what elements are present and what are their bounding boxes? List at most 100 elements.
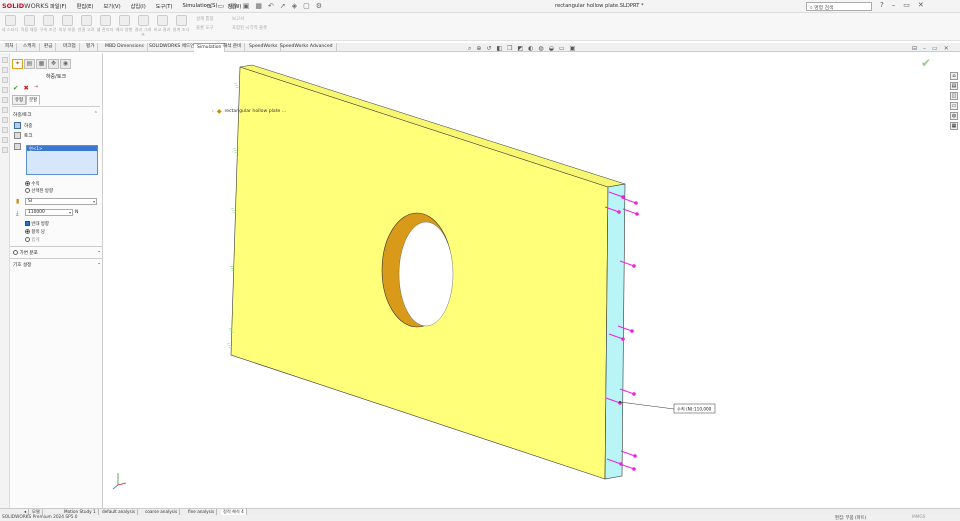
ribbon-run-mesh[interactable]: 메시 실행 [115,15,133,32]
rebuild-icon[interactable]: ◈ [292,2,297,10]
chevron-down-icon[interactable]: ⌄ [97,249,101,254]
nonuniform-section-header[interactable]: 가변 분포 ⌄ [13,249,101,256]
ribbon-external-loads[interactable]: 외부 하중 [58,15,76,32]
force-value-input[interactable]: 110000 ▾ [25,209,73,216]
options-gear-icon[interactable]: ⚙ [316,2,322,10]
ribbon-connections[interactable]: 연결 고려 [77,15,95,32]
tab-speedworks-advanced[interactable]: SpeedWorks Advanced [277,43,337,52]
task-icon-7[interactable] [2,117,8,123]
total-option[interactable]: 합계 [25,237,40,243]
task-icon-8[interactable] [2,127,8,133]
menu-tools[interactable]: 도구(T) [154,3,175,10]
task-icon-9[interactable] [2,137,8,143]
monitor-icon[interactable]: ▣ [570,45,576,53]
ribbon-shell-manager[interactable]: 쉘 관리자 [96,15,114,32]
feature-tree-flyout[interactable]: › ◆ rectangular hollow plate ... [212,108,286,115]
pushpin-icon[interactable]: ⇥ [34,84,38,92]
ribbon-compare-results[interactable]: 비교 결과 [153,15,171,32]
menu-file[interactable]: 파일(F) [48,3,69,10]
selected-direction-radio[interactable] [25,188,30,193]
menu-insert[interactable]: 삽입(I) [129,3,148,10]
ribbon-apply-material[interactable]: 적용 재질 [20,15,38,32]
edit-appearance-icon[interactable]: ◍ [538,45,543,53]
tab-solidworks-addins[interactable]: SOLIDWORKS 애드인 [146,43,199,52]
selected-face-item[interactable]: 면<1> [27,146,97,151]
ok-check-icon[interactable]: ✔ [13,84,18,92]
torque-type-row[interactable]: 토크 [14,132,102,139]
select-icon[interactable]: ➚ [280,2,286,10]
undo-icon[interactable]: ↶ [268,2,274,10]
hide-show-icon[interactable]: ◐ [528,45,533,53]
tab-evaluate[interactable]: 평가 [83,43,99,52]
reverse-direction-option[interactable]: 반대 방향 [25,221,49,227]
ribbon-report[interactable]: 보고서 [232,16,244,22]
minimize-panel-icon[interactable]: – [923,45,926,52]
cancel-x-icon[interactable]: ✖ [23,84,28,92]
feature-tree-tab-icon[interactable]: ▤ [24,59,35,69]
open-file-icon[interactable]: ▤ [230,2,237,10]
command-search-input[interactable]: ⌕ 명령 검색 [806,2,872,11]
ribbon-new-study[interactable]: 새 스터디 [1,15,19,32]
chevron-up-icon[interactable]: ⌃ [94,111,98,117]
hole-opening[interactable] [398,221,454,327]
tab-mbd-dimensions[interactable]: MBD Dimensions [102,43,148,52]
tab-sheet-metal[interactable]: 판금 [41,43,57,52]
print-icon[interactable]: ▦ [255,2,262,10]
section-view-icon[interactable]: ◧ [496,45,502,53]
dimxpert-tab-icon[interactable]: ✥ [48,59,59,69]
maximize-panel-icon[interactable]: ▭ [932,45,938,52]
tile-icon[interactable]: ⊟ [912,45,917,52]
confirmation-corner-check-icon[interactable]: ✔ [921,56,931,70]
close-panel-icon[interactable]: ✕ [944,45,949,52]
subtab-type[interactable]: 유형 [12,95,27,105]
tab-sketch[interactable]: 스케치 [20,43,40,52]
design-library-icon[interactable]: ◫ [950,92,958,100]
new-file-icon[interactable]: ▭ [217,2,224,10]
task-icon-2[interactable] [2,67,8,73]
reverse-direction-checkbox[interactable] [25,221,30,226]
zoom-area-icon[interactable]: ⊕ [476,45,481,53]
force-arrow-icon[interactable] [14,122,21,129]
home-pane-icon[interactable]: ⌂ [950,72,958,80]
ribbon-include-image[interactable]: 포함된 시각적 플롯 [232,25,267,31]
plate-edge-face-loaded[interactable] [604,183,626,480]
graphics-area[interactable]: 수직 (N): 110,000 › ◆ rectangular hollow p… [104,53,947,510]
property-manager-tab-icon[interactable]: ✦ [12,59,23,69]
display-style-icon[interactable]: ◩ [518,45,524,53]
close-icon[interactable]: ✕ [918,1,924,9]
ribbon-plot-tools[interactable]: 플롯 도구 [196,25,214,31]
zoom-to-fit-icon[interactable]: ⌕ [468,45,471,53]
total-radio[interactable] [25,237,30,242]
task-icon-1[interactable] [2,57,8,63]
menu-edit[interactable]: 편집(E) [75,3,96,10]
tab-features[interactable]: 피처 [2,43,18,52]
help-icon[interactable]: ? [880,1,884,9]
normal-radio[interactable] [25,181,30,186]
file-properties-icon[interactable]: ▢ [303,2,310,10]
expand-arrow-icon[interactable]: › [212,109,214,114]
selected-entities-list[interactable]: 면<1> [26,145,98,175]
solidworks-logo[interactable]: SOLIDWORKS [2,2,49,10]
ribbon-design-study[interactable]: 설계 조사 [172,15,190,32]
units-dropdown[interactable]: SI ▾ [25,198,97,205]
config-manager-tab-icon[interactable]: ▦ [36,59,47,69]
model-viewport-svg[interactable]: 수직 (N): 110,000 [104,53,947,510]
tab-analysis-preparation[interactable]: 해석 준비 [220,43,246,52]
task-icon-3[interactable] [2,77,8,83]
appearances-icon[interactable]: ◍ [950,112,958,120]
status-units[interactable]: MMGS [912,515,925,520]
force-type-row[interactable]: 하중 [14,122,102,129]
per-item-option[interactable]: 항목 당 [25,229,45,235]
chevron-down-icon[interactable]: ⌄ [97,261,101,266]
file-explorer-icon[interactable]: ▭ [950,102,958,110]
task-icon-6[interactable] [2,107,8,113]
scene-icon[interactable]: ◒ [549,45,554,53]
view-settings-icon[interactable]: ▭ [559,45,565,53]
home-icon[interactable]: ⌂ [207,2,211,10]
task-icon-5[interactable] [2,97,8,103]
ribbon-fixtures[interactable]: 구속 조건 [39,15,57,32]
per-item-radio[interactable] [25,229,30,234]
ribbon-design-insight[interactable]: 설계 통찰 [196,16,214,22]
normal-option[interactable]: 수직 [25,181,40,187]
selected-direction-option[interactable]: 선택된 방향 [25,188,53,194]
